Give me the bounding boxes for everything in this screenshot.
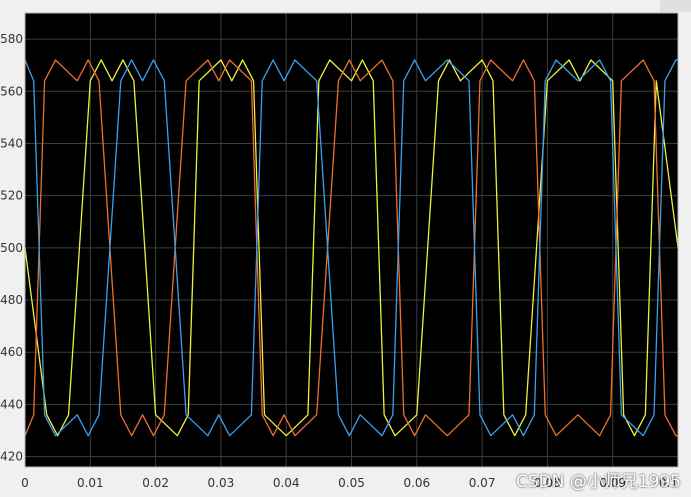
y-tick-label: 500 [0, 241, 23, 255]
y-tick-label: 420 [0, 450, 23, 464]
y-tick-label: 460 [0, 345, 23, 359]
toolbar-strip [660, 0, 691, 12]
x-tick-label: 0.04 [273, 476, 300, 490]
y-tick-label: 520 [0, 189, 23, 203]
x-tick-label: 0.03 [208, 476, 235, 490]
y-tick-label: 560 [0, 84, 23, 98]
y-tick-label: 440 [0, 397, 23, 411]
x-tick-label: 0.02 [142, 476, 169, 490]
x-tick-label: 0.05 [338, 476, 365, 490]
x-tick-label: 0.07 [469, 476, 496, 490]
scope-figure: 0 0.01 0.02 0.03 0.04 0.05 0.06 0.07 0.08 0.09 0.1… [0, 0, 691, 497]
x-tick-label: 0 [21, 476, 29, 490]
x-tick-label: 0.06 [403, 476, 430, 490]
watermark: CSDN @小师兄1995 [515, 472, 681, 492]
x-tick-label: 0.01 [77, 476, 104, 490]
y-tick-label: 480 [0, 293, 23, 307]
y-tick-label: 580 [0, 32, 23, 46]
y-tick-label: 540 [0, 136, 23, 150]
